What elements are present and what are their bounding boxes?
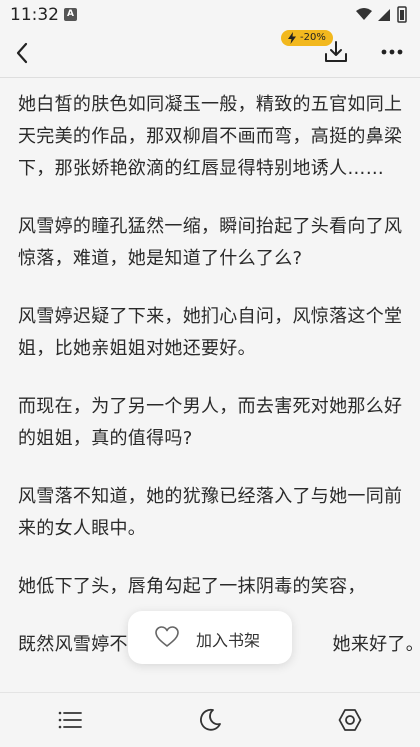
more-dots-icon[interactable] — [378, 38, 406, 66]
status-bar: 11:32 A — [0, 0, 420, 30]
notification-a-icon: A — [64, 8, 77, 21]
hexagon-settings-icon[interactable] — [337, 707, 363, 733]
reader-bottom-bar — [0, 692, 420, 747]
paragraph: 她低下了头，唇角勾起了一抹阴毒的笑容， — [18, 576, 366, 597]
download-icon[interactable] — [322, 38, 350, 66]
list-menu-icon[interactable] — [57, 707, 83, 733]
heart-icon — [155, 626, 179, 647]
paragraph: 而现在，为了另一个男人，而去害死对她那么好的姐姐，真的值得吗? — [18, 396, 403, 449]
paragraph: 她白皙的肤色如同凝玉一般，精致的五官如同上天完美的作品，那双柳眉不画而弯，高挺的… — [18, 94, 403, 179]
paragraph: 风雪婷迟疑了下来，她扪心自问，风惊落这个堂姐，比她亲姐姐对她还要好。 — [18, 306, 403, 359]
chapter-content: 她白皙的肤色如同凝玉一般，精致的五官如同上天完美的作品，那双柳眉不画而弯，高挺的… — [18, 89, 420, 687]
back-arrow-icon[interactable] — [10, 38, 36, 68]
moon-icon[interactable] — [197, 707, 223, 733]
add-to-bookshelf-label: 加入书架 — [196, 631, 261, 650]
paragraph: 风雪落不知道，她的犹豫已经落入了与她一同前来的女人眼中。 — [18, 486, 403, 539]
top-divider — [0, 77, 420, 78]
signal-battery-icon — [356, 6, 407, 23]
add-to-bookshelf-button[interactable]: 加入书架 — [128, 611, 292, 664]
reader-top-bar: -20% — [0, 30, 420, 76]
status-time: 11:32 — [10, 5, 59, 25]
paragraph: 风雪婷的瞳孔猛然一缩，瞬间抬起了头看向了风惊落，难道，她是知道了什么了么? — [18, 216, 403, 269]
lightning-icon — [288, 32, 296, 44]
